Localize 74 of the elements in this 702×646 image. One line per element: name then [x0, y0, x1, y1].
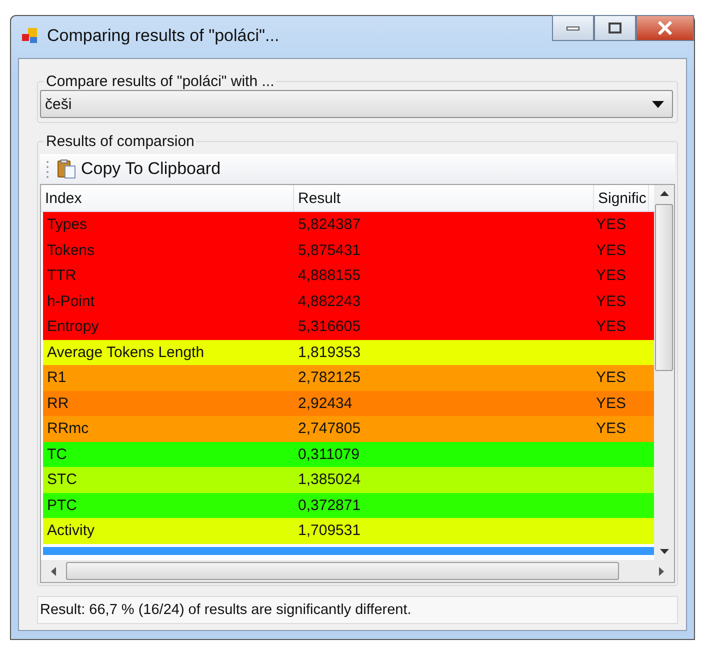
- table-cell-text: TC: [46, 446, 68, 463]
- maximize-icon: [608, 22, 622, 34]
- close-button[interactable]: [636, 15, 694, 41]
- scroll-down-icon: [660, 549, 668, 554]
- column-header[interactable]: Result: [294, 185, 594, 211]
- table-cell-text: Types: [46, 216, 88, 234]
- table-row[interactable]: STC 1,385024: [43, 467, 654, 492]
- close-icon: [657, 21, 673, 35]
- table-row[interactable]: h-Point 4,882243 YES: [43, 288, 654, 314]
- table-cell-text: h-Point: [46, 292, 96, 310]
- table-cell-text: 4,882243: [297, 292, 362, 310]
- table-cell-text: RRmc: [46, 420, 90, 438]
- dropdown-arrow-icon: [652, 100, 664, 108]
- table-cell-text: YES: [596, 420, 628, 438]
- scroll-thumb[interactable]: [66, 562, 619, 580]
- table-cell-text: 5,875431: [297, 242, 362, 259]
- table-cell-text: YES: [596, 318, 628, 336]
- app-icon: [21, 27, 39, 45]
- table-cell-text: YES: [596, 369, 628, 386]
- table-row[interactable]: RRmc 2,747805 YES: [43, 416, 654, 442]
- table-row[interactable]: TC 0,311079: [43, 442, 654, 467]
- table-row[interactable]: Types 5,824387 YES: [43, 212, 654, 238]
- scroll-up-icon: [660, 191, 668, 196]
- table-cell-text: YES: [596, 292, 628, 310]
- table-row[interactable]: Entropy 5,316605 YES: [43, 314, 654, 340]
- table-cell-text: 1,709531: [297, 522, 362, 540]
- copy-button[interactable]: Copy To Clipboard: [55, 157, 223, 181]
- table-cell-text: YES: [596, 394, 628, 412]
- table-cell-text: R1: [46, 369, 68, 386]
- table-cell-text: Activity: [46, 522, 96, 540]
- table-cell-text: STC: [46, 471, 78, 488]
- table-cell-text: 0,311079: [297, 446, 360, 463]
- table-row[interactable]: Activity 1,709531: [43, 518, 654, 544]
- table-row[interactable]: RR 2,92434 YES: [43, 390, 654, 416]
- table-cell-text: 2,747805: [297, 420, 362, 438]
- table-cell-text: 1,819353: [297, 344, 362, 361]
- table-cell-text: YES: [596, 242, 628, 259]
- target-dropdown[interactable]: češi: [40, 90, 673, 118]
- table-cell-text: TTR: [46, 267, 78, 284]
- table-row[interactable]: PTC 0,372871: [43, 492, 654, 518]
- vertical-scrollbar[interactable]: [654, 185, 674, 560]
- toolbar-grip-icon: [46, 160, 49, 178]
- table-cell-text: 1,385024: [297, 471, 362, 488]
- table-cell-text: 5,316605: [297, 318, 362, 336]
- table-row[interactable]: Average Tokens Length 1,819353: [43, 340, 654, 365]
- status-text: Result: 66,7 % (16/24) of results are significantly different.: [40, 602, 412, 618]
- table-cell-text: Average Tokens Length: [46, 344, 206, 361]
- group-title: Compare results of "poláci" with ...: [45, 73, 276, 90]
- column-header[interactable]: Signific: [594, 185, 649, 211]
- scroll-thumb[interactable]: [655, 204, 673, 371]
- table-row[interactable]: Tokens 5,875431 YES: [43, 238, 654, 263]
- group-title: Results of comparsion: [45, 133, 196, 150]
- minimize-icon: [566, 25, 580, 31]
- table-row[interactable]: R1 2,782125 YES: [43, 365, 654, 390]
- horizontal-scrollbar[interactable]: [41, 560, 674, 582]
- table-cell-text: Entropy: [46, 318, 100, 336]
- scroll-left-icon: [51, 566, 56, 576]
- clipboard-icon: [57, 159, 77, 179]
- window-title: Comparing results of "poláci"...: [47, 26, 280, 46]
- table-cell-text: YES: [596, 216, 628, 234]
- table-cell-text: RR: [46, 394, 70, 412]
- table-cell-text: 2,92434: [297, 394, 354, 412]
- column-header[interactable]: Index: [41, 185, 294, 211]
- table-cell-text: 5,824387: [297, 216, 362, 234]
- scroll-right-icon: [659, 566, 664, 576]
- table-cell-text: 2,782125: [297, 369, 362, 386]
- table-cell-text: 0,372871: [297, 496, 362, 514]
- maximize-button[interactable]: [594, 15, 636, 41]
- table-cell-text: PTC: [46, 496, 78, 514]
- table-cell-text: YES: [596, 267, 628, 284]
- minimize-button[interactable]: [552, 15, 594, 41]
- table-cell-text: Tokens: [46, 242, 96, 259]
- table-cell-text: 4,888155: [297, 267, 362, 284]
- table-row[interactable]: TTR 4,888155 YES: [43, 263, 654, 288]
